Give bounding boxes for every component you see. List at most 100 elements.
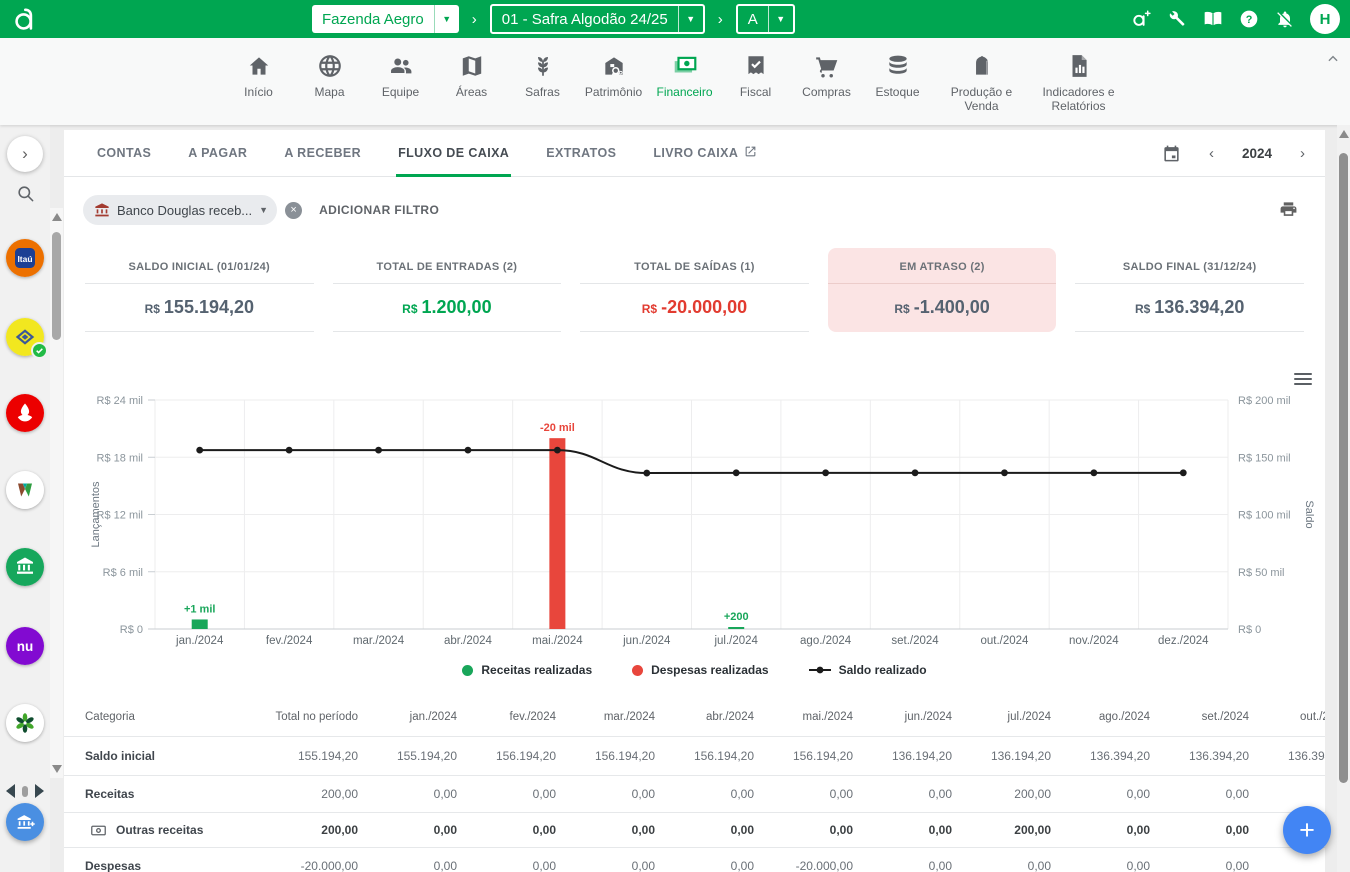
farm-selector[interactable]: Fazenda Aegro ▼	[312, 5, 459, 33]
bank-account-nubank[interactable]: nu	[6, 627, 44, 665]
tab-extratos[interactable]: EXTRATOS	[546, 130, 616, 177]
table-row-receitas: Receitas200,000,000,000,000,000,000,0020…	[64, 775, 1325, 812]
nav-item-safras[interactable]: Safras	[514, 52, 572, 100]
cell-value: 200,00	[210, 823, 358, 837]
search-icon[interactable]	[16, 184, 35, 208]
tab-a-pagar[interactable]: A PAGAR	[188, 130, 247, 177]
rail-scrollbar-thumb[interactable]	[52, 232, 61, 340]
legend-label: Despesas realizadas	[651, 663, 768, 677]
nav-item-indicadores-e-relatorios[interactable]: Indicadores e Relatórios	[1037, 52, 1121, 114]
nav-item-mapa[interactable]: Mapa	[301, 52, 359, 100]
tab-contas[interactable]: CONTAS	[97, 130, 151, 177]
page-scrollbar-thumb[interactable]	[1339, 153, 1348, 783]
divider	[1075, 283, 1304, 284]
calendar-icon[interactable]	[1162, 144, 1181, 163]
nav-item-label: Financeiro	[656, 86, 712, 100]
column-header-jan-2024: jan./2024	[358, 711, 457, 723]
print-icon[interactable]	[1279, 200, 1298, 224]
globe-icon	[317, 52, 343, 79]
pager-right-icon[interactable]	[35, 784, 44, 798]
cell-value: 0,00	[556, 823, 655, 837]
collapse-nav-icon[interactable]	[1326, 52, 1340, 71]
chevron-down-icon[interactable]: ▼	[768, 6, 793, 32]
year-picker: ‹ 2024 ›	[1162, 130, 1309, 177]
aegro-logo-icon[interactable]	[13, 6, 37, 37]
card-label: TOTAL DE SAÍDAS (1)	[580, 248, 809, 273]
nav-item-areas[interactable]: Áreas	[443, 52, 501, 100]
tab-label: LIVRO CAIXA	[653, 146, 738, 160]
nav-item-compras[interactable]: Compras	[798, 52, 856, 100]
cell-value: 0,00	[1150, 823, 1249, 837]
bank-account-cooperativa-v[interactable]	[6, 471, 44, 509]
nav-item-label: Indicadores e Relatórios	[1037, 86, 1121, 114]
chevron-down-icon[interactable]: ▼	[678, 6, 703, 32]
tab-label: A RECEBER	[284, 146, 361, 160]
remove-filter-icon[interactable]: ×	[285, 202, 302, 219]
cell-value: 0,00	[853, 859, 952, 872]
cell-value: 0,00	[1249, 859, 1325, 872]
nav-item-patrimonio[interactable]: Patrimônio	[585, 52, 643, 100]
notifications-off-icon[interactable]	[1274, 8, 1296, 30]
bank-account-banco[interactable]	[6, 548, 44, 586]
legend-item-receitas-realizadas[interactable]: Receitas realizadas	[462, 663, 592, 677]
nav-item-equipe[interactable]: Equipe	[372, 52, 430, 100]
add-bank-account-button[interactable]	[6, 803, 44, 841]
pager-left-icon[interactable]	[6, 784, 15, 798]
scroll-up-icon[interactable]	[1339, 130, 1349, 138]
chart-menu-icon[interactable]	[1294, 370, 1312, 388]
nav-item-estoque[interactable]: Estoque	[869, 52, 927, 100]
chevron-down-icon[interactable]: ▼	[434, 5, 459, 33]
plot-selector[interactable]: A ▼	[736, 4, 795, 34]
bank-account-santander[interactable]	[6, 394, 44, 432]
table-header-row: CategoriaTotal no períodojan./2024fev./2…	[64, 698, 1325, 736]
nav-item-label: Equipe	[382, 86, 419, 100]
previous-year-icon[interactable]: ‹	[1205, 145, 1218, 162]
cell-value: 0,00	[655, 787, 754, 801]
scroll-down-icon[interactable]	[52, 765, 62, 773]
add-transaction-fab[interactable]: +	[1283, 806, 1331, 854]
harvest-selector[interactable]: 01 - Safra Algodão 24/25 ▼	[490, 4, 705, 34]
chevron-down-icon[interactable]: ▼	[259, 205, 268, 215]
wrench-icon[interactable]	[1166, 8, 1188, 30]
svg-text:ago./2024: ago./2024	[800, 635, 852, 647]
tab-fluxo-de-caixa[interactable]: FLUXO DE CAIXA	[398, 130, 509, 177]
cell-value: 136.194,20	[853, 749, 952, 763]
stock-icon	[885, 52, 911, 79]
cell-value: 0,00	[457, 859, 556, 872]
scroll-up-icon[interactable]	[52, 213, 62, 221]
nav-item-fiscal[interactable]: Fiscal	[727, 52, 785, 100]
legend-item-saldo-realizado[interactable]: Saldo realizado	[809, 663, 927, 677]
tab-livro-caixa[interactable]: LIVRO CAIXA	[653, 130, 757, 177]
expand-rail-button[interactable]: ›	[7, 136, 43, 172]
nav-item-inicio[interactable]: Início	[230, 52, 288, 100]
knowledge-book-icon[interactable]	[1202, 8, 1224, 30]
add-filter-button[interactable]: ADICIONAR FILTRO	[319, 203, 439, 217]
bank-account-itau[interactable]: Itaú	[6, 239, 44, 277]
page-scrollbar[interactable]	[1337, 125, 1350, 872]
bank-account-banco-do-brasil[interactable]	[6, 318, 44, 356]
nav-item-financeiro[interactable]: Financeiro	[656, 52, 714, 100]
bank-filter-label: Banco Douglas receb...	[117, 203, 252, 218]
cell-value: 0,00	[754, 787, 853, 801]
silo-icon	[969, 52, 995, 79]
help-icon[interactable]: ?	[1238, 8, 1260, 30]
user-avatar[interactable]: H	[1310, 4, 1340, 34]
nav-item-label: Fiscal	[740, 86, 771, 100]
financeiro-panel: CONTAS A PAGAR A RECEBER FLUXO DE CAIXA EXTR…	[64, 130, 1325, 872]
next-year-icon[interactable]: ›	[1296, 145, 1309, 162]
svg-text:Lançamentos: Lançamentos	[90, 481, 102, 548]
rail-scrollbar[interactable]	[50, 208, 63, 778]
bank-filter-chip[interactable]: Banco Douglas receb... ▼	[83, 195, 277, 225]
filter-bar: Banco Douglas receb... ▼ × ADICIONAR FIL…	[83, 193, 439, 227]
cell-value: 0,00	[358, 859, 457, 872]
nav-item-producao-e-venda[interactable]: Produção e Venda	[940, 52, 1024, 114]
nav-item-label: Áreas	[456, 86, 487, 100]
legend-item-despesas-realizadas[interactable]: Despesas realizadas	[632, 663, 768, 677]
svg-text:set./2024: set./2024	[891, 635, 939, 647]
breadcrumb-separator: ›	[472, 11, 477, 28]
cell-value: 0,00	[1051, 787, 1150, 801]
tab-a-receber[interactable]: A RECEBER	[284, 130, 361, 177]
aegro-assistant-icon[interactable]	[1130, 8, 1152, 30]
cell-value: 0,00	[1051, 823, 1150, 837]
bank-account-sicredi[interactable]	[6, 704, 44, 742]
